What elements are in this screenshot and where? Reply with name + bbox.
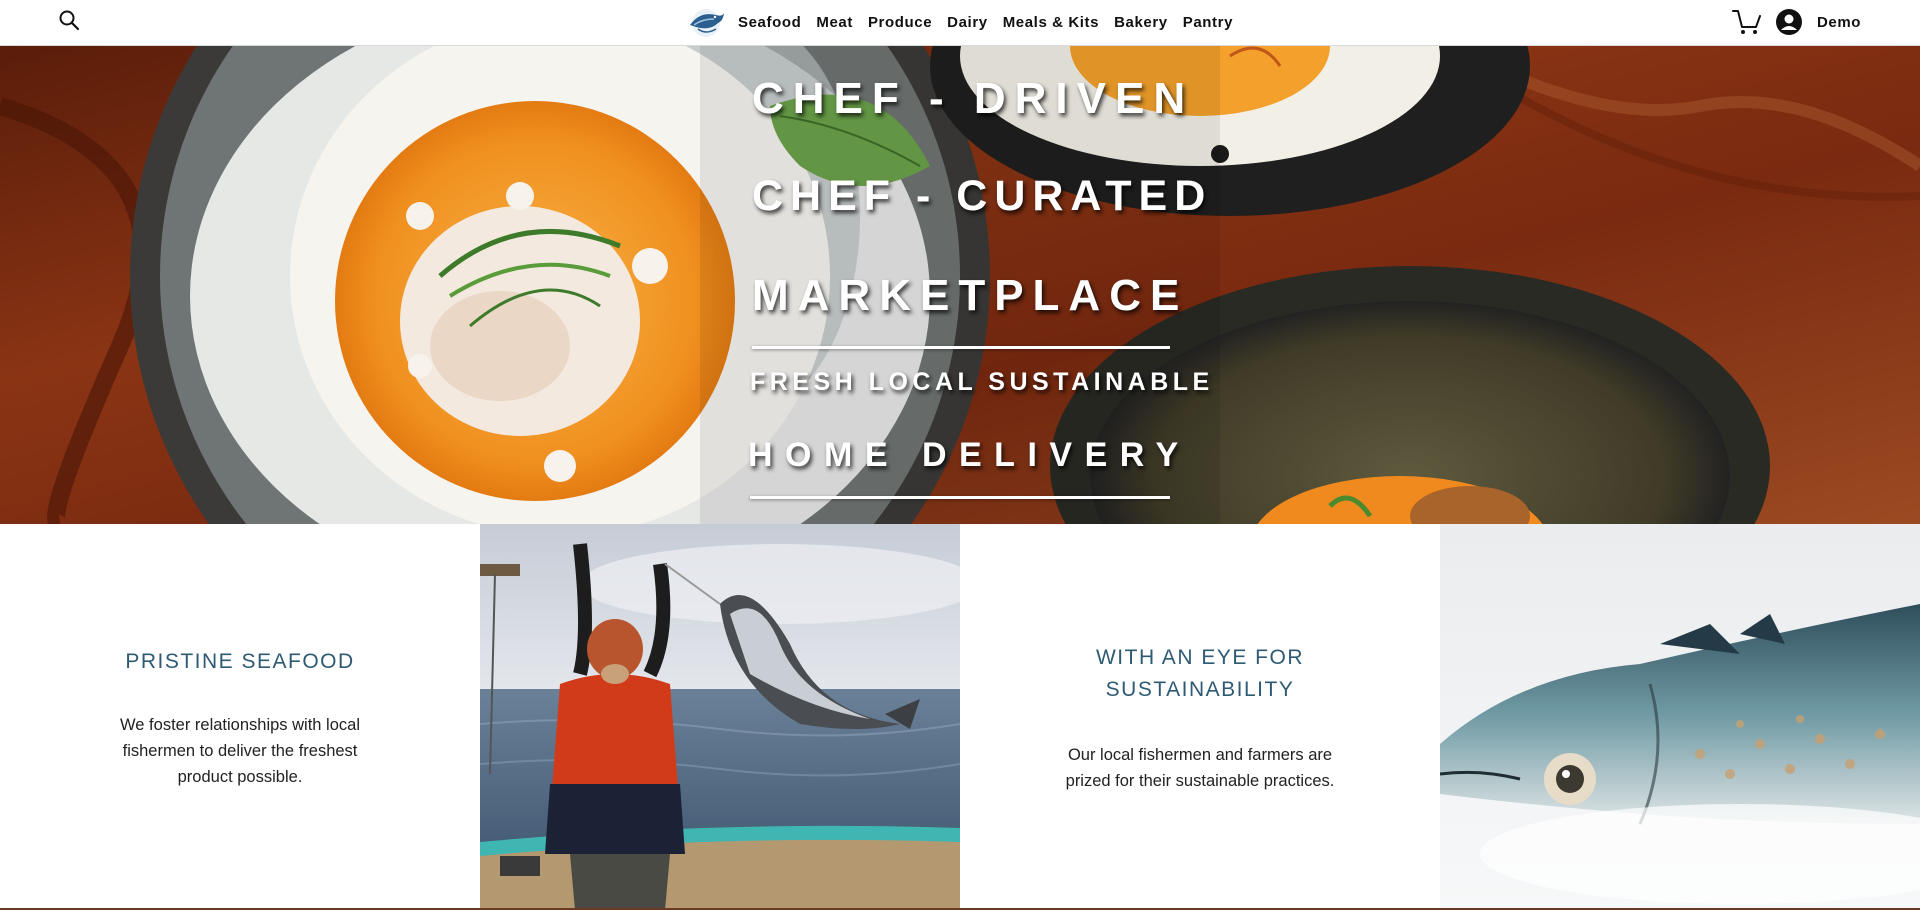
feature-description: We foster relationships with local fishe… (120, 716, 360, 786)
feature-title: WITH AN EYE FOR SUSTAINABILITY (960, 642, 1440, 706)
hero-divider-bottom (750, 496, 1170, 499)
fisherman-photo-panel (480, 524, 960, 910)
hero-banner: CHEF - DRIVEN CHEF - CURATED MARKETPLACE… (0, 46, 1920, 524)
feature-title: PRISTINE SEAFOOD (125, 650, 355, 673)
nav-item-produce[interactable]: Produce (868, 14, 932, 31)
mackerel-photo-panel (1440, 524, 1920, 910)
nav-item-pantry[interactable]: Pantry (1183, 14, 1233, 31)
hero-home-delivery: HOME DELIVERY (748, 436, 1191, 474)
account-name: Demo (1817, 13, 1862, 31)
feature-sustainability: WITH AN EYE FOR SUSTAINABILITY Our local… (960, 524, 1440, 910)
cart-icon[interactable] (1732, 8, 1762, 36)
nav-item-meat[interactable]: Meat (816, 14, 853, 31)
site-header: Seafood Meat Produce Dairy Meals & Kits … (0, 0, 1920, 46)
feature-strip: PRISTINE SEAFOOD We foster relationships… (0, 524, 1920, 910)
nav-item-seafood[interactable]: Seafood (738, 14, 801, 31)
hero-divider-top (752, 346, 1170, 349)
search-icon[interactable] (58, 9, 80, 31)
hero-headline-chef-driven: CHEF - DRIVEN (752, 74, 1195, 123)
fisherman-photo (480, 524, 960, 910)
nav-item-bakery[interactable]: Bakery (1114, 14, 1168, 31)
user-avatar-icon (1776, 9, 1802, 35)
nav-item-meals-kits[interactable]: Meals & Kits (1003, 14, 1099, 31)
fish-logo-icon[interactable] (686, 5, 726, 39)
hero-headline-marketplace: MARKETPLACE (752, 271, 1189, 320)
account-menu[interactable]: Demo (1776, 8, 1861, 36)
nav-item-dairy[interactable]: Dairy (947, 14, 988, 31)
feature-pristine-seafood: PRISTINE SEAFOOD We foster relationships… (0, 524, 480, 910)
hero-headline-chef-curated: CHEF - CURATED (752, 172, 1213, 220)
feature-description: Our local fishermen and farmers are priz… (1065, 746, 1335, 790)
feature-title-line-1: WITH AN EYE FOR (1095, 646, 1304, 669)
feature-title-line-2: SUSTAINABILITY (1105, 678, 1295, 701)
mackerel-photo (1440, 524, 1920, 910)
main-nav: Seafood Meat Produce Dairy Meals & Kits … (686, 5, 1248, 39)
hero-tagline: FRESH LOCAL SUSTAINABLE (750, 368, 1214, 396)
